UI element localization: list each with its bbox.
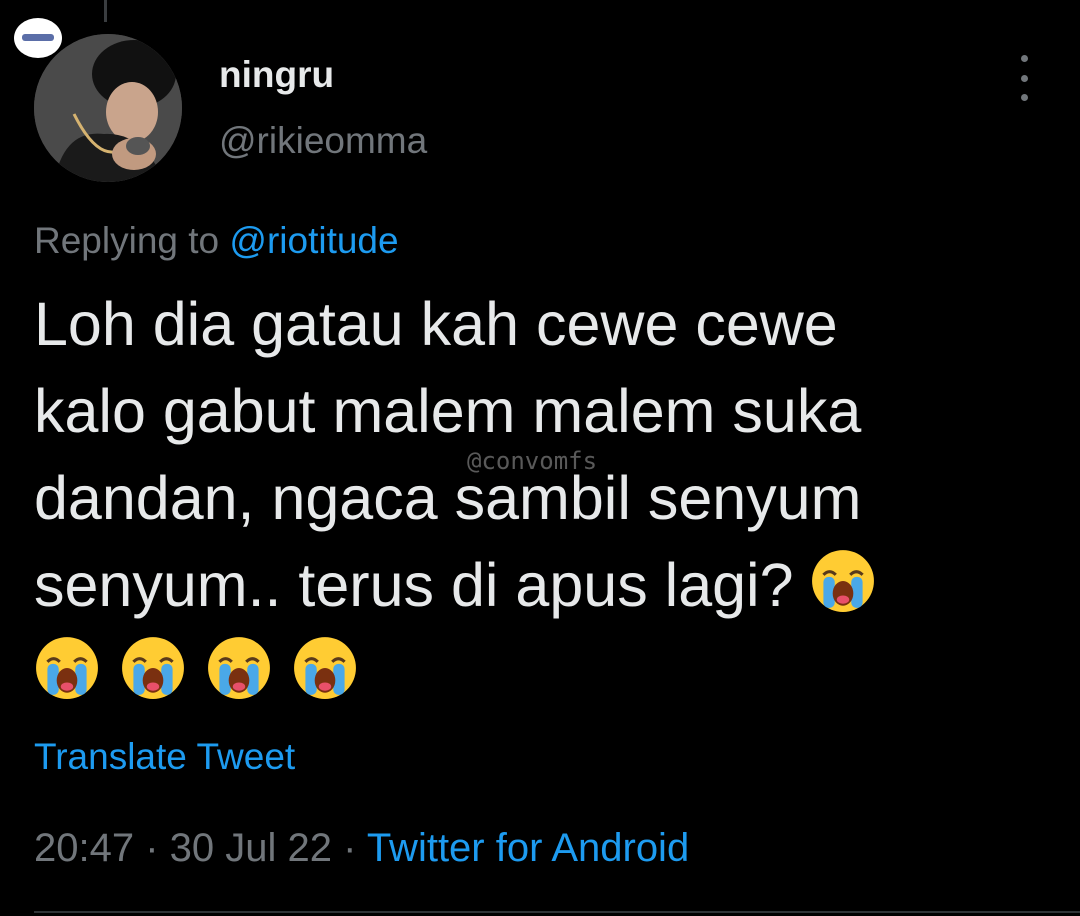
tweet-text-line: kalo gabut malem malem suka [34,377,862,445]
tweet-source-link[interactable]: Twitter for Android [367,826,689,870]
avatar[interactable] [34,34,182,182]
replying-to-label: Replying to [34,220,230,261]
tweet-text-line: Loh dia gatau kah cewe cewe [34,290,838,358]
loudly-crying-face-icon [812,550,875,612]
reply-mention-link[interactable]: @riotitude [229,220,398,261]
emoji-row [34,635,1034,701]
loudly-crying-face-icon [208,637,270,699]
tweet-text-line-content: senyum.. terus di apus lagi? [34,551,794,619]
loudly-crying-face-icon [36,637,98,699]
avatar-photo [34,34,182,182]
watermark: @convomfs [467,447,598,475]
loudly-crying-face-icon [122,637,184,699]
replying-to-line: Replying to @riotitude [34,220,399,262]
more-options-icon[interactable] [1010,55,1038,101]
tweet-metadata: 20:47 · 30 Jul 22 · Twitter for Android [34,826,689,871]
meta-separator: · [134,826,170,870]
display-name[interactable]: ningru [219,54,334,96]
tweet-time[interactable]: 20:47 [34,826,134,870]
thread-connector-line [104,0,107,22]
divider [34,911,1080,913]
translate-tweet-link[interactable]: Translate Tweet [34,736,295,778]
tweet-text: Loh dia gatau kah cewe cewe kalo gabut m… [34,281,1034,701]
corner-sticker-icon [14,18,62,58]
meta-separator: · [332,826,367,870]
tweet-date[interactable]: 30 Jul 22 [170,826,332,870]
user-handle[interactable]: @rikieomma [219,120,427,162]
loudly-crying-face-icon [294,637,356,699]
tweet-text-line: senyum.. terus di apus lagi? [34,542,1034,629]
